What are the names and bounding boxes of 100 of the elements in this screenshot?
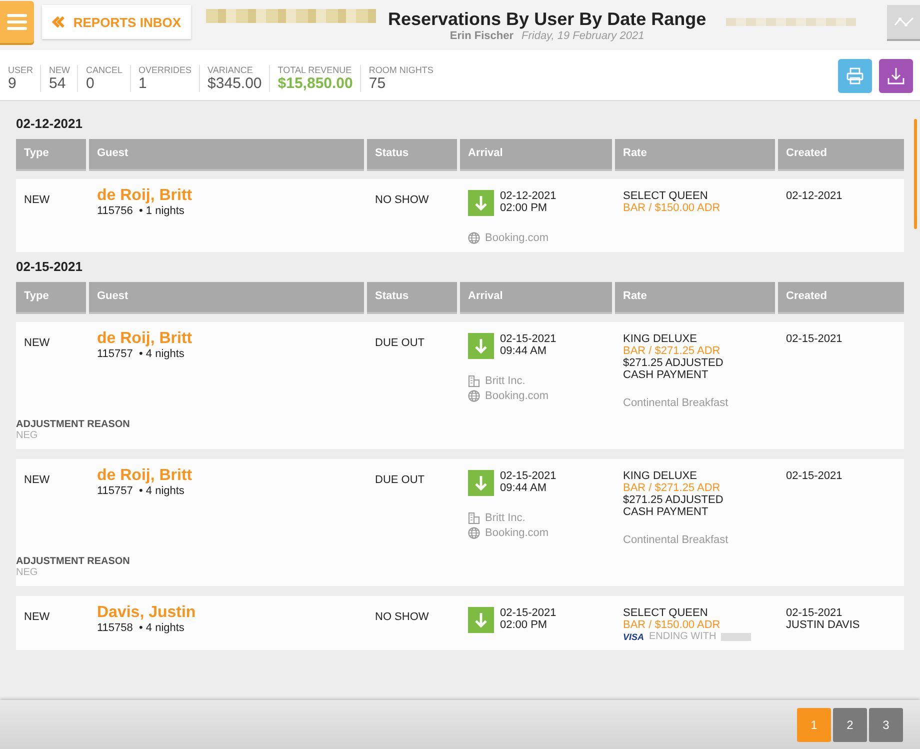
created-date: 02-15-2021 bbox=[786, 470, 844, 482]
reservation-status: NO SHOW bbox=[375, 611, 429, 623]
rate-detail: CASH PAYMENT bbox=[623, 369, 710, 381]
reservation-number: 115757 • 4 nights bbox=[97, 348, 186, 360]
building-icon bbox=[468, 375, 480, 387]
adjustment-value: NEG bbox=[16, 567, 39, 578]
visa-logo: VISA bbox=[623, 632, 644, 642]
rate-amount: BAR / $150.00 ADR bbox=[623, 202, 722, 214]
stat-label: TOTAL REVENUE bbox=[278, 64, 353, 74]
column-header: Arrival bbox=[460, 139, 612, 169]
source-text: Booking.com bbox=[485, 390, 549, 402]
rate-name: KING DELUXE bbox=[623, 470, 698, 482]
rate-amount: BAR / $271.25 ADR bbox=[623, 482, 722, 494]
arrival-date: 02-12-2021 bbox=[500, 190, 556, 202]
rate-detail: $271.25 ADJUSTED bbox=[623, 357, 724, 369]
stat-label: USER bbox=[8, 64, 34, 74]
column-header: Guest bbox=[89, 282, 364, 312]
reservation-status: DUE OUT bbox=[375, 474, 424, 486]
stat-label: VARIANCE bbox=[208, 64, 254, 74]
guest-name[interactable]: de Roij, Britt bbox=[97, 187, 356, 205]
arrival-time: 09:44 AM bbox=[500, 482, 548, 494]
column-header: Rate bbox=[615, 139, 775, 169]
card-ending: ENDING WITH bbox=[649, 631, 716, 642]
rate-detail: CASH PAYMENT bbox=[623, 506, 710, 518]
page-button[interactable]: 2 bbox=[833, 708, 867, 742]
reservation-type: NEW bbox=[24, 611, 50, 623]
stat-label: ROOM NIGHTS bbox=[368, 64, 434, 74]
globe-icon bbox=[468, 390, 480, 402]
package-name: Continental Breakfast bbox=[623, 397, 730, 409]
stat-label: CANCEL bbox=[86, 64, 123, 74]
arrival-time: 02:00 PM bbox=[500, 619, 548, 631]
reservation-status: DUE OUT bbox=[375, 337, 424, 349]
reservation-type: NEW bbox=[24, 474, 50, 486]
page-button[interactable]: 3 bbox=[869, 708, 903, 742]
rate-detail: $271.25 ADJUSTED bbox=[623, 494, 724, 506]
arrival-date: 02-15-2021 bbox=[500, 470, 556, 482]
stat-label: NEW bbox=[49, 64, 70, 74]
reservation-status: NO SHOW bbox=[375, 194, 429, 206]
printer-icon bbox=[846, 67, 864, 85]
stat-value: $15,850.00 bbox=[278, 74, 353, 92]
download-icon bbox=[887, 67, 905, 85]
rate-name: SELECT QUEEN bbox=[623, 607, 709, 619]
menu-button[interactable] bbox=[0, 1, 34, 43]
stat-value: 75 bbox=[368, 74, 387, 92]
column-header: Type bbox=[16, 139, 86, 169]
adjustment-label: ADJUSTMENT REASON bbox=[16, 556, 131, 567]
column-header: Status bbox=[367, 139, 457, 169]
stat-label: OVERRIDES bbox=[138, 64, 192, 74]
rate-name: SELECT QUEEN bbox=[623, 190, 709, 202]
globe-icon bbox=[468, 527, 480, 539]
line-chart-icon bbox=[894, 16, 914, 28]
arrival-time: 02:00 PM bbox=[500, 202, 548, 214]
globe-icon bbox=[468, 232, 480, 244]
arrival-date: 02-15-2021 bbox=[500, 333, 556, 345]
rate-name: KING DELUXE bbox=[623, 333, 698, 345]
scrollbar[interactable] bbox=[914, 119, 917, 229]
stat-value: 1 bbox=[138, 74, 148, 92]
guest-name[interactable]: de Roij, Britt bbox=[97, 330, 356, 348]
column-header: Created bbox=[778, 282, 904, 312]
package-name: Continental Breakfast bbox=[623, 534, 730, 546]
user-name: Erin Fischer bbox=[450, 30, 514, 42]
chart-button[interactable] bbox=[887, 5, 920, 39]
created-date: 02-12-2021 bbox=[786, 190, 844, 202]
column-header: Created bbox=[778, 139, 904, 169]
source-text: Britt Inc. bbox=[485, 375, 526, 387]
reservation-type: NEW bbox=[24, 337, 50, 349]
stat-value: 54 bbox=[49, 74, 67, 92]
double-chevron-left-icon bbox=[52, 15, 66, 29]
reservation-type: NEW bbox=[24, 194, 50, 206]
reservation-number: 115758 • 4 nights bbox=[97, 622, 186, 634]
section-date: 02-12-2021 bbox=[16, 115, 84, 133]
stat-value: 9 bbox=[8, 74, 18, 92]
column-header: Type bbox=[16, 282, 86, 312]
reports-inbox-button[interactable]: REPORTS INBOX bbox=[42, 5, 191, 39]
source-text: Booking.com bbox=[485, 527, 549, 539]
report-date: Friday, 19 February 2021 bbox=[522, 30, 644, 42]
arrival-time: 09:44 AM bbox=[500, 345, 548, 357]
reservation-number: 115757 • 4 nights bbox=[97, 485, 186, 497]
column-header: Status bbox=[367, 282, 457, 312]
column-header: Guest bbox=[89, 139, 364, 169]
blurred-card-number bbox=[721, 632, 752, 640]
rate-amount: BAR / $271.25 ADR bbox=[623, 345, 722, 357]
guest-name[interactable]: de Roij, Britt bbox=[97, 467, 356, 485]
column-header: Rate bbox=[615, 282, 775, 312]
rate-amount: BAR / $150.00 ADR bbox=[623, 619, 722, 631]
report-title: Reservations By User By Date Range bbox=[388, 8, 706, 30]
building-icon bbox=[468, 512, 480, 524]
created-date: 02-15-2021 bbox=[786, 607, 844, 619]
guest-name[interactable]: Davis, Justin bbox=[97, 604, 356, 622]
stat-value: 0 bbox=[86, 74, 96, 92]
stat-value: $345.00 bbox=[208, 74, 262, 92]
created-date: 02-15-2021 bbox=[786, 333, 844, 345]
download-button[interactable] bbox=[879, 59, 913, 93]
section-date: 02-15-2021 bbox=[16, 258, 84, 276]
print-button[interactable] bbox=[838, 59, 872, 93]
adjustment-value: NEG bbox=[16, 430, 39, 441]
adjustment-label: ADJUSTMENT REASON bbox=[16, 419, 131, 430]
page-button[interactable]: 1 bbox=[797, 708, 831, 742]
arrival-date: 02-15-2021 bbox=[500, 607, 556, 619]
source-text: Booking.com bbox=[485, 232, 549, 244]
